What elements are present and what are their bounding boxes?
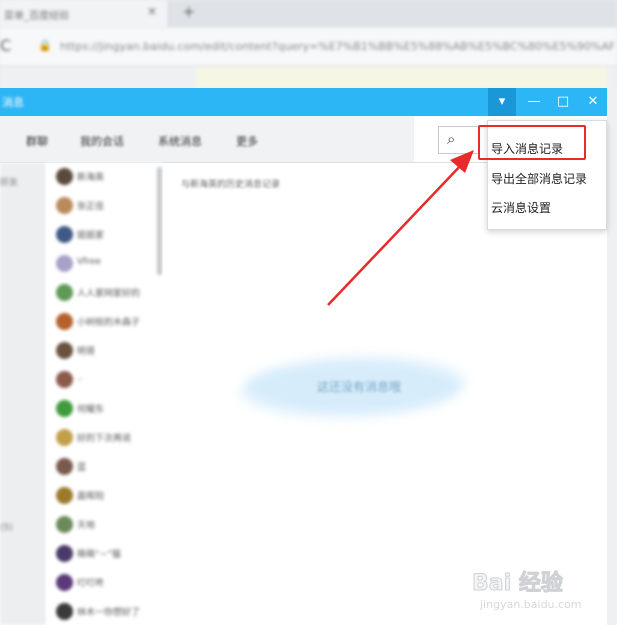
contact-name: 张正佳 [77,202,105,212]
contact-name: 天地 [77,521,96,531]
contact-name: 叮叮咚 [77,579,105,589]
avatar [56,284,73,301]
contact-name: 明哥 [77,347,96,357]
dropdown-button[interactable]: ▾ [488,88,516,116]
contact-row[interactable]: 人人家网家好的 [56,283,156,305]
maximize-button[interactable]: □ [549,88,577,116]
contact-row[interactable]: 蓝 [56,457,156,479]
contact-row[interactable]: 好的下次再说 [56,428,156,450]
contact-name: 姐姐家 [77,231,105,241]
contact-row[interactable]: 何耀东 [56,399,156,421]
avatar [56,603,73,620]
tab-more[interactable]: 更多 [236,133,258,149]
browser-tab-title: 菜单_百度经验 [4,11,69,22]
search-box[interactable]: ⌕ [438,126,480,154]
address-bar: C 🔒 https://jingyan.baidu.com/edit/conte… [0,28,617,67]
contact-row[interactable]: 姐姐家 [56,225,156,247]
category-label[interactable]: 好友 [0,175,18,188]
contact-name: 何耀东 [77,405,105,415]
avatar [56,574,73,591]
tab-system-messages[interactable]: 系统消息 [158,133,202,149]
contact-name: 人人家网家好的 [77,289,141,299]
avatar [56,226,73,243]
empty-state-text: 这还没有消息哦 [317,380,402,394]
contact-row[interactable]: .. [56,370,156,392]
contact-name: 蓝 [77,463,87,473]
contact-name: Vfree [77,257,101,267]
avatar [56,255,73,272]
contact-name: .. [77,373,83,383]
contact-list-scrollbar[interactable] [157,167,162,275]
lock-icon: 🔒 [38,39,52,52]
empty-state: 这还没有消息哦 [233,353,473,423]
contact-row[interactable]: 林木一你想好了 [56,602,156,624]
watermark-url: jingyan.baidu.com [480,598,582,611]
window-titlebar: 消息 ▾ — □ ✕ [0,88,607,116]
contact-row[interactable]: 晨晖阳 [56,486,156,508]
contact-name: 新海英 [77,173,105,183]
contact-row[interactable]: 萌萌“~”猫 [56,544,156,566]
contact-row[interactable]: 新海英 [56,167,156,189]
contact-row[interactable]: 天地 [56,515,156,537]
page-strip [0,67,617,89]
search-icon: ⌕ [447,130,456,148]
avatar [56,516,73,533]
category-count: (5) [0,523,13,533]
reload-icon[interactable]: C [0,36,11,55]
avatar [56,487,73,504]
url-field[interactable]: https://jingyan.baidu.com/edit/content?q… [60,40,615,53]
contact-name: 小树枝的木森子 [77,318,141,328]
contact-name: 好的下次再说 [77,434,132,444]
avatar [56,545,73,562]
avatar [56,371,73,388]
baidu-watermark: Bai 经验 jingyan.baidu.com [472,565,612,620]
tab-my-sessions[interactable]: 我的会话 [80,133,124,149]
avatar [56,400,73,417]
menu-item-cloud-message-settings[interactable]: 云消息设置 [491,199,551,216]
contact-name: 晨晖阳 [77,492,105,502]
browser-tab[interactable]: 菜单_百度经验 × [0,0,169,28]
watermark-logo: Bai 经验 [472,571,564,597]
history-panel: 与新海英的历史消息记录 这还没有消息哦 [163,163,607,625]
highlight-box [478,125,586,160]
contact-list: 新海英张正佳姐姐家 Vfree 人人家网家好的 小树枝的木森子 明哥.. 何耀东好的下次再… [46,163,162,625]
tab-group-chat[interactable]: 群聊 [26,133,48,149]
menu-item-export-all-records[interactable]: 导出全部消息记录 [491,170,587,187]
window-title: 消息 [2,96,24,109]
contact-name: 林木一你想好了 [77,608,141,618]
contact-row[interactable]: 叮叮咚 [56,573,156,595]
avatar [56,197,73,214]
contact-row[interactable]: 张正佳 [56,196,156,218]
minimize-button[interactable]: — [520,88,548,116]
contact-row[interactable]: 小树枝的木森子 [56,312,156,334]
left-category-column: 好友 (5) [0,163,46,625]
page-right-edge [607,88,617,625]
contact-name: 萌萌“~”猫 [77,550,121,560]
browser-tab-bar: 菜单_百度经验 × + [0,0,617,28]
contact-row[interactable]: 明哥 [56,341,156,363]
avatar [56,458,73,475]
tab-close-icon[interactable]: × [147,4,157,18]
avatar [56,313,73,330]
avatar [56,342,73,359]
avatar [56,429,73,446]
avatar [56,168,73,185]
history-heading: 与新海英的历史消息记录 [181,180,281,190]
new-tab-icon[interactable]: + [182,2,195,21]
contact-row[interactable]: Vfree [56,254,156,276]
close-button[interactable]: ✕ [579,88,607,116]
